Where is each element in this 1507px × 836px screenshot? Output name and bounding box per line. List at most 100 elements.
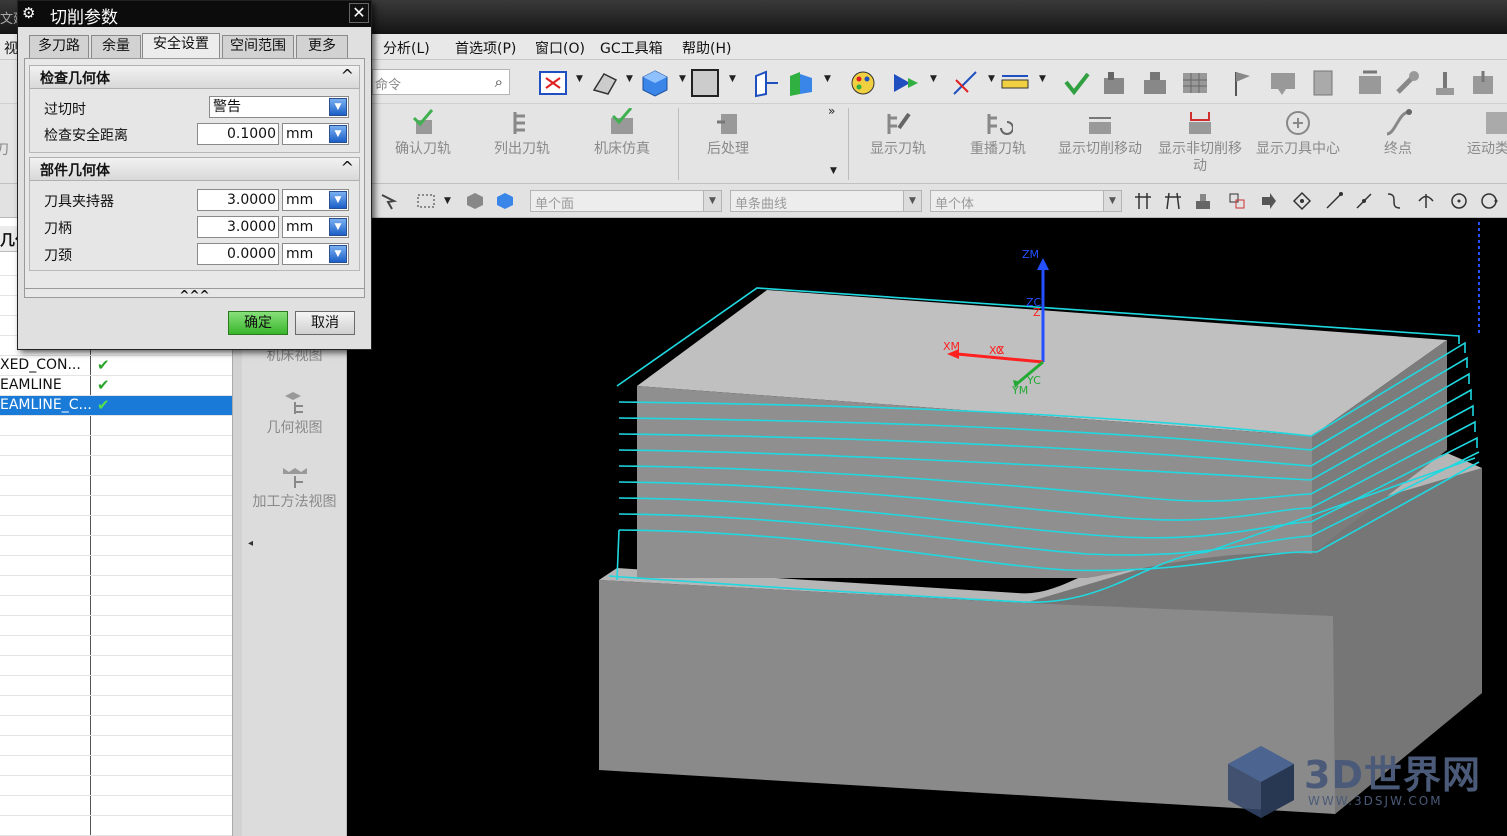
chevron-down-icon[interactable]: ▼	[329, 218, 347, 236]
safe-distance-unit-select[interactable]: mm ▼	[282, 123, 349, 145]
method-view-button[interactable]: 加工方法视图	[242, 464, 347, 511]
tool-holder-unit-select[interactable]: mm ▼	[282, 189, 349, 211]
check-geometry-group-header[interactable]: 检查几何体 ^	[29, 65, 360, 89]
body-filter-icon[interactable]	[495, 191, 515, 211]
select-arrow-icon[interactable]	[378, 191, 398, 211]
snap-icon[interactable]	[890, 68, 920, 98]
tab-safety-settings[interactable]: 安全设置	[142, 33, 220, 59]
table-row[interactable]	[0, 656, 232, 676]
chevron-down-icon[interactable]: ▼	[329, 125, 347, 143]
shank-input[interactable]: 3.0000	[197, 216, 279, 238]
measure-distance-icon[interactable]	[950, 68, 980, 98]
machine-tool-icon[interactable]	[1100, 68, 1130, 98]
table-row[interactable]	[0, 696, 232, 716]
display-cut-moves-button[interactable]: 显示切削移动	[1052, 108, 1148, 158]
tool-holder-input[interactable]: 3.0000	[197, 189, 279, 211]
cancel-button[interactable]: 取消	[295, 311, 355, 335]
annotation-icon[interactable]	[1268, 68, 1298, 98]
end-point-button[interactable]: 终点	[1350, 108, 1446, 158]
face-rule-select[interactable]: 单个面 ▼	[530, 190, 722, 212]
probe-icon[interactable]	[1430, 68, 1460, 98]
tool-list-icon[interactable]	[1355, 68, 1385, 98]
body-rule-select[interactable]: 单个体 ▼	[930, 190, 1122, 212]
table-row[interactable]	[0, 796, 232, 816]
table-row[interactable]	[0, 456, 232, 476]
tab-more[interactable]: 更多	[296, 35, 348, 58]
next-icon[interactable]	[1258, 191, 1278, 211]
collapse-chevron-icon[interactable]: ^	[341, 66, 354, 85]
menu-analysis[interactable]: 分析(L)	[383, 38, 430, 58]
menu-preferences[interactable]: 首选项(P)	[455, 38, 516, 58]
close-icon[interactable]: ✕	[349, 3, 369, 23]
overcut-action-select[interactable]: 警告 ▼	[209, 96, 349, 118]
component-icon[interactable]	[1227, 191, 1247, 211]
ok-button[interactable]: 确定	[228, 311, 288, 335]
motion-type-button[interactable]: 运动类	[1452, 108, 1507, 158]
check-tool-icon[interactable]	[1062, 68, 1092, 98]
curve-rule-select[interactable]: 单条曲线 ▼	[730, 190, 922, 212]
table-row[interactable]	[0, 536, 232, 556]
quadrant-snap-icon[interactable]	[1479, 191, 1499, 211]
table-row[interactable]: XED_CON... ✔	[0, 356, 232, 376]
flag-icon[interactable]	[1228, 68, 1258, 98]
rect-select-dropdown-icon[interactable]: ▼	[444, 196, 451, 206]
measure-dropdown-icon[interactable]: ▼	[988, 74, 995, 84]
tab-multiple-passes[interactable]: 多刀路	[29, 35, 89, 58]
table-row[interactable]	[0, 716, 232, 736]
command-search-input[interactable]: 命令 ⌕	[372, 69, 510, 95]
perpendicular-icon[interactable]	[1163, 191, 1183, 211]
assembly-icon[interactable]	[1193, 191, 1213, 211]
collapse-chevron-icon[interactable]: ^	[341, 158, 354, 177]
arc-center-snap-icon[interactable]	[1449, 191, 1469, 211]
collapse-arrow-icon[interactable]: ◂	[248, 538, 253, 549]
replay-toolpath-button[interactable]: 重播刀轨	[950, 108, 1046, 158]
chevron-down-icon[interactable]: ▼	[329, 245, 347, 263]
grid-icon[interactable]	[1180, 68, 1210, 98]
orient-dropdown-icon[interactable]: ▼	[626, 74, 633, 84]
snap-dropdown-icon[interactable]: ▼	[930, 74, 937, 84]
ruler-icon[interactable]	[1000, 68, 1030, 98]
table-row[interactable]	[0, 516, 232, 536]
clip-dropdown-icon[interactable]: ▼	[824, 74, 831, 84]
table-row[interactable]	[0, 476, 232, 496]
table-row[interactable]	[0, 636, 232, 656]
snap-point-icon[interactable]	[1292, 191, 1312, 211]
fit-dropdown-icon[interactable]: ▼	[576, 74, 583, 84]
ribbon-dropdown-icon[interactable]: ▼	[830, 166, 837, 176]
clip-view-icon[interactable]	[786, 68, 816, 98]
table-row[interactable]	[0, 416, 232, 436]
bg-dropdown-icon[interactable]: ▼	[729, 74, 736, 84]
export-icon[interactable]	[1468, 68, 1498, 98]
table-row[interactable]	[0, 436, 232, 456]
table-row[interactable]	[0, 756, 232, 776]
ruler-dropdown-icon[interactable]: ▼	[1039, 74, 1046, 84]
table-row[interactable]	[0, 736, 232, 756]
display-tool-center-button[interactable]: 显示刀具中心	[1250, 108, 1346, 158]
tab-spatial-range[interactable]: 空间范围	[222, 35, 294, 58]
expand-more-toggle[interactable]: ^^^	[24, 288, 365, 302]
render-dropdown-icon[interactable]: ▼	[679, 74, 686, 84]
ribbon-more-icon[interactable]: »	[828, 104, 835, 118]
verify-toolpath-button[interactable]: 确认刀轨	[375, 108, 471, 158]
display-toolpath-button[interactable]: 显示刀轨	[850, 108, 946, 158]
shaded-cube-icon[interactable]	[640, 68, 670, 98]
table-row-selected[interactable]: EAMLINE_C... ✔	[0, 396, 232, 416]
menu-gc-toolbox[interactable]: GC工具箱	[600, 38, 663, 58]
table-row[interactable]	[0, 776, 232, 796]
search-icon[interactable]: ⌕	[495, 73, 503, 91]
background-icon[interactable]	[690, 68, 720, 98]
table-row[interactable]	[0, 496, 232, 516]
machine-simulation-button[interactable]: 机床仿真	[574, 108, 670, 158]
shank-unit-select[interactable]: mm ▼	[282, 216, 349, 238]
solid-filter-icon[interactable]	[465, 191, 485, 211]
table-row[interactable]	[0, 616, 232, 636]
table-row[interactable]	[0, 556, 232, 576]
table-row[interactable]	[0, 596, 232, 616]
color-palette-icon[interactable]	[848, 68, 878, 98]
fit-view-icon[interactable]	[538, 68, 568, 98]
menu-help[interactable]: 帮助(H)	[682, 38, 731, 58]
control-snap-icon[interactable]	[1384, 191, 1404, 211]
part-geometry-group-header[interactable]: 部件几何体 ^	[29, 157, 360, 181]
mid-snap-icon[interactable]	[1354, 191, 1374, 211]
fixture-icon[interactable]	[1140, 68, 1170, 98]
